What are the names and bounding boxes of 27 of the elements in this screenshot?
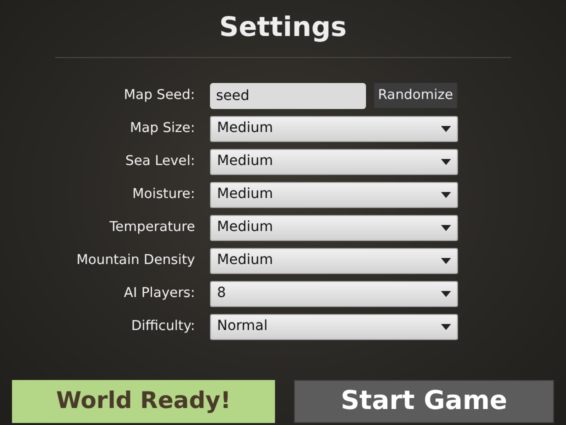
field-label: Moisture: bbox=[131, 185, 195, 204]
dropdown[interactable]: Medium bbox=[210, 214, 458, 240]
dropdown[interactable]: Normal bbox=[210, 314, 458, 340]
field-label: Temperature bbox=[108, 218, 195, 238]
caret-icon bbox=[441, 126, 451, 132]
field-label: Map Size: bbox=[128, 119, 195, 138]
randomize-button[interactable]: Randomize bbox=[373, 82, 458, 109]
caret-icon bbox=[441, 324, 451, 330]
dropdown[interactable]: Medium bbox=[210, 148, 458, 174]
field-label: Sea Level: bbox=[124, 152, 195, 172]
field-label: Mountain Density bbox=[75, 251, 195, 270]
caret-icon bbox=[441, 258, 451, 264]
dropdown[interactable]: Medium bbox=[210, 116, 458, 142]
caret-icon bbox=[441, 158, 451, 164]
start-game-button[interactable]: Start Game bbox=[294, 380, 554, 423]
settings-title: Settings bbox=[218, 11, 348, 45]
field-label: AI Players: bbox=[122, 284, 195, 304]
field-label: Difficulty: bbox=[130, 317, 195, 336]
field-label: Map Seed: bbox=[122, 86, 195, 106]
dropdown[interactable]: Medium bbox=[210, 248, 458, 274]
world-ready-status: World Ready! bbox=[12, 380, 275, 423]
seed-input[interactable]: seed bbox=[210, 82, 366, 108]
caret-icon bbox=[441, 192, 451, 198]
dropdown[interactable]: Medium bbox=[210, 182, 458, 208]
dropdown[interactable]: 8 bbox=[210, 280, 458, 306]
caret-icon bbox=[441, 290, 451, 296]
caret-icon bbox=[441, 224, 451, 230]
